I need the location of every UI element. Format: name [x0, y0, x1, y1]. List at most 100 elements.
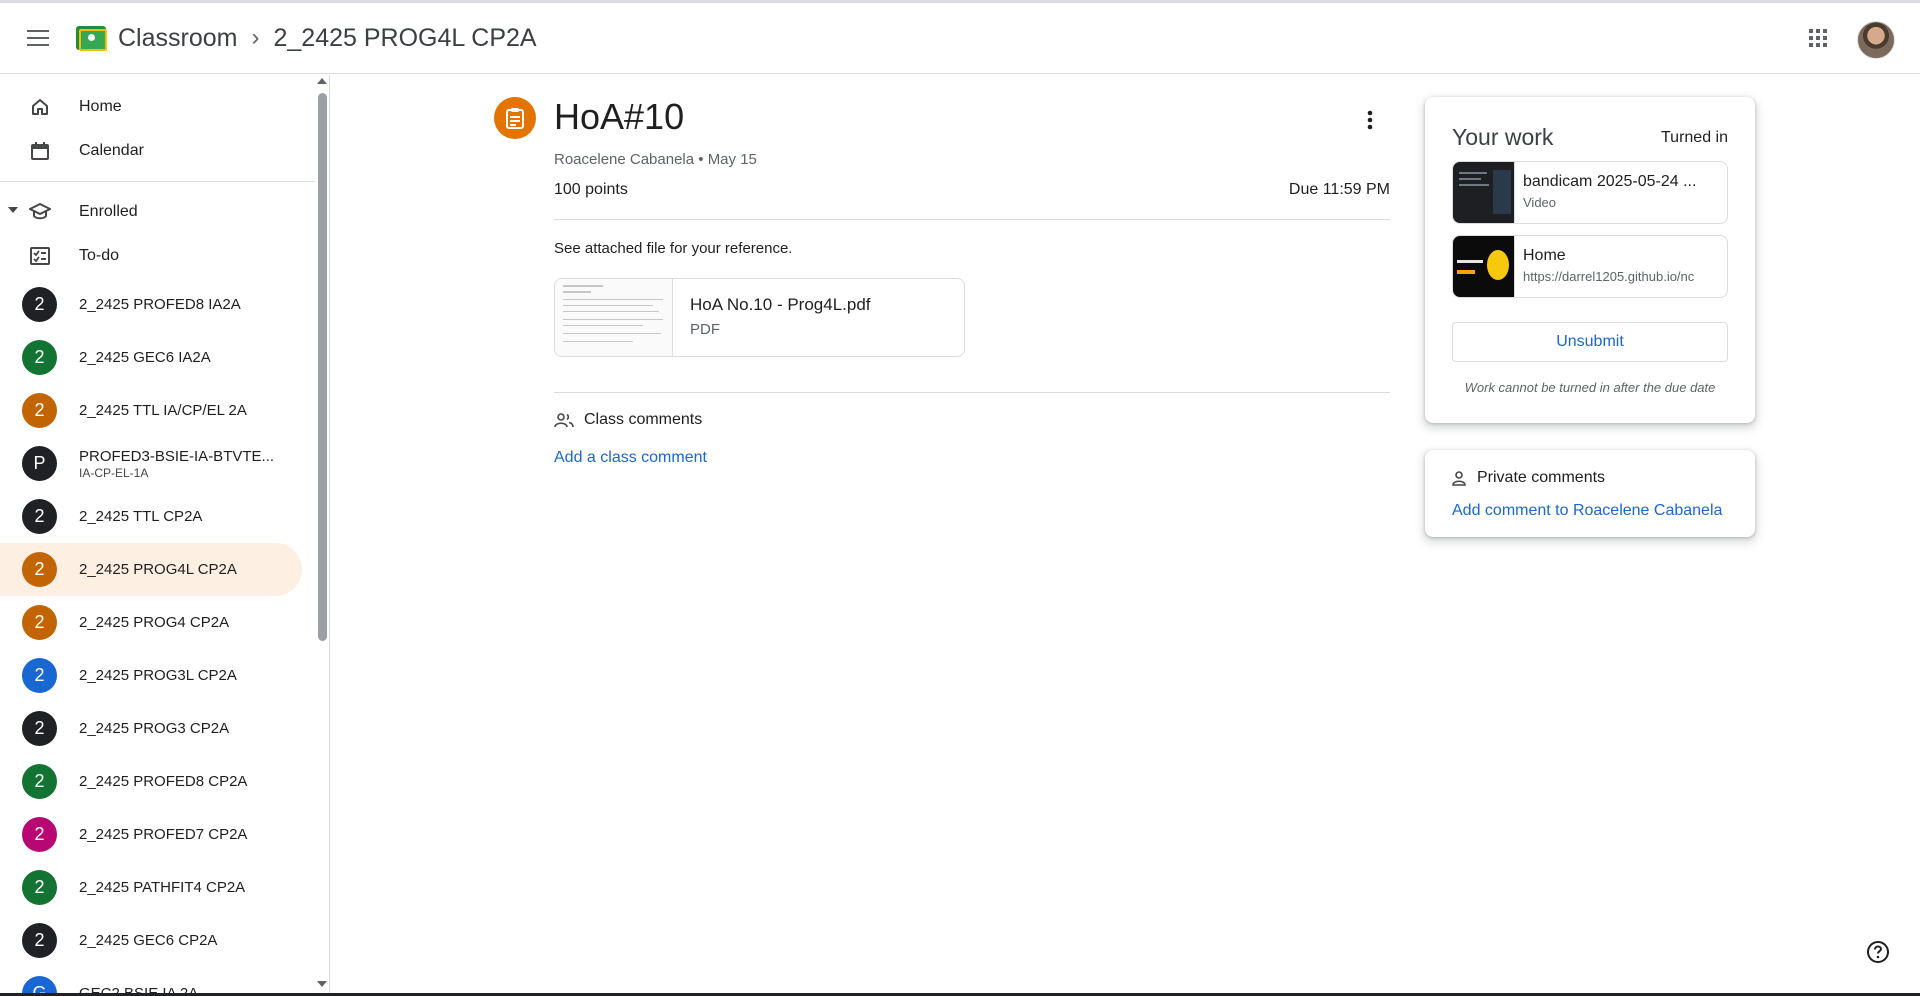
- help-button[interactable]: [1864, 938, 1892, 966]
- navigation-sidebar: Home Calendar Enrolled To-do 2 2_2425 PRO…: [0, 75, 330, 996]
- enrolled-class-list: 2 2_2425 PROFED8 IA2A 2 2_2425 GEC6 IA2A 2 2_…: [0, 278, 329, 996]
- class-avatar: 2: [22, 340, 57, 375]
- class-comments-label: Class comments: [584, 411, 703, 428]
- header-divider: [554, 219, 1390, 220]
- app-title[interactable]: Classroom: [118, 24, 237, 53]
- class-name: 2_2425 GEC6 IA2A: [79, 348, 211, 366]
- sidebar-class-item[interactable]: 2 2_2425 PROG3L CP2A: [0, 649, 329, 702]
- calendar-icon: [28, 139, 52, 163]
- private-comments-header: Private comments: [1452, 469, 1605, 487]
- sidebar-item-label: Calendar: [79, 142, 144, 159]
- account-avatar[interactable]: [1857, 21, 1895, 59]
- sidebar-class-item[interactable]: 2 2_2425 PROG4 CP2A: [0, 596, 329, 649]
- submitted-video-item[interactable]: bandicam 2025-05-24 ... Video: [1452, 161, 1728, 224]
- breadcrumb-chevron-icon: ›: [251, 24, 260, 51]
- attachment-thumbnail: [555, 279, 673, 356]
- expand-caret-icon[interactable]: [8, 207, 18, 213]
- class-name: 2_2425 GEC6 CP2A: [79, 931, 218, 949]
- classroom-logo-icon[interactable]: [76, 26, 107, 51]
- class-text: 2_2425 PROG4 CP2A: [79, 614, 229, 632]
- assignment-author-date: Roacelene Cabanela • May 15: [554, 151, 757, 168]
- class-text: 2_2425 PROFED7 CP2A: [79, 826, 247, 844]
- link-thumbnail: [1453, 236, 1515, 297]
- class-text: 2_2425 PATHFIT4 CP2A: [79, 879, 245, 897]
- attachment-card[interactable]: HoA No.10 - Prog4L.pdf PDF: [554, 278, 965, 357]
- attachment-file-type: PDF: [690, 321, 720, 338]
- class-avatar: 2: [22, 552, 57, 587]
- class-name: 2_2425 PROFED8 CP2A: [79, 772, 248, 790]
- more-options-button[interactable]: [1352, 102, 1388, 138]
- sidebar-class-item[interactable]: 2 2_2425 GEC6 CP2A: [0, 914, 329, 967]
- help-icon: [1867, 941, 1889, 963]
- private-comments-label: Private comments: [1477, 469, 1606, 486]
- sidebar-item-calendar[interactable]: Calendar: [0, 129, 329, 173]
- top-app-bar: Classroom › 2_2425 PROG4L CP2A: [0, 0, 1920, 74]
- add-private-comment-link[interactable]: Add comment to Roacelene Cabanela: [1452, 502, 1722, 520]
- comments-divider: [554, 392, 1390, 393]
- sidebar-class-item[interactable]: 2 2_2425 PROG4L CP2A: [0, 543, 302, 596]
- unsubmit-button[interactable]: Unsubmit: [1452, 322, 1728, 362]
- sidebar-class-item[interactable]: 2 2_2425 PROFED8 IA2A: [0, 278, 329, 331]
- class-comments-header: Class comments: [554, 411, 702, 429]
- class-name: PROFED3-BSIE-IA-BTVTE...: [79, 447, 275, 465]
- class-avatar: 2: [22, 817, 57, 852]
- home-icon: [28, 95, 52, 119]
- class-avatar: 2: [22, 711, 57, 746]
- sidebar-item-home[interactable]: Home: [0, 85, 329, 129]
- submission-status: Turned in: [1661, 129, 1728, 146]
- apps-grid-icon: [1809, 29, 1827, 47]
- sidebar-class-item[interactable]: G GEC2 BSIE IA 2A: [0, 967, 329, 996]
- main-menu-button[interactable]: [14, 14, 62, 62]
- graduation-cap-icon: [28, 200, 52, 224]
- sidebar-class-item[interactable]: 2 2_2425 PROFED7 CP2A: [0, 808, 329, 861]
- person-icon: [1452, 470, 1466, 486]
- sidebar-class-item[interactable]: 2 2_2425 TTL CP2A: [0, 490, 329, 543]
- sidebar-class-item[interactable]: P PROFED3-BSIE-IA-BTVTE... IA-CP-EL-1A: [0, 437, 329, 490]
- sidebar-class-item[interactable]: 2 2_2425 TTL IA/CP/EL 2A: [0, 384, 329, 437]
- class-name: 2_2425 PATHFIT4 CP2A: [79, 878, 246, 896]
- hamburger-menu-icon: [27, 30, 49, 46]
- class-avatar: P: [22, 446, 57, 481]
- class-name: 2_2425 PROG3 CP2A: [79, 719, 230, 737]
- submitted-item-url: https://darrel1205.github.io/nc: [1523, 269, 1695, 284]
- submitted-item-type: Video: [1523, 195, 1557, 210]
- private-comments-card: Private comments Add comment to Roacelen…: [1425, 450, 1755, 537]
- sidebar-item-todo[interactable]: To-do: [0, 234, 329, 278]
- submitted-item-name: bandicam 2025-05-24 ...: [1523, 173, 1697, 190]
- your-work-title: Your work: [1452, 124, 1554, 150]
- assignment-due-date: Due 11:59 PM: [1288, 181, 1390, 198]
- class-text: 2_2425 PROFED8 CP2A: [79, 773, 247, 791]
- sidebar-scrollbar-thumb[interactable]: [318, 93, 327, 641]
- class-name: 2_2425 PROG3L CP2A: [79, 666, 237, 684]
- class-avatar: 2: [22, 658, 57, 693]
- sidebar-class-item[interactable]: 2 2_2425 PATHFIT4 CP2A: [0, 861, 329, 914]
- attachment-file-name: HoA No.10 - Prog4L.pdf: [690, 295, 871, 314]
- class-avatar: 2: [22, 923, 57, 958]
- class-name: 2_2425 PROFED8 IA2A: [79, 295, 241, 313]
- sidebar-class-item[interactable]: 2 2_2425 PROG3 CP2A: [0, 702, 329, 755]
- class-avatar: 2: [22, 764, 57, 799]
- submitted-item-name: Home: [1523, 247, 1566, 264]
- scroll-up-arrow-icon[interactable]: [317, 78, 327, 84]
- class-name: 2_2425 PROG4 CP2A: [79, 613, 230, 631]
- class-text: 2_2425 PROG3 CP2A: [79, 720, 229, 738]
- sidebar-item-enrolled[interactable]: Enrolled: [0, 190, 329, 234]
- people-icon: [554, 412, 574, 428]
- add-class-comment-link[interactable]: Add a class comment: [554, 449, 707, 467]
- class-name: 2_2425 TTL CP2A: [79, 507, 203, 525]
- scroll-down-arrow-icon[interactable]: [317, 981, 327, 987]
- class-avatar: 2: [22, 605, 57, 640]
- google-apps-button[interactable]: [1796, 16, 1840, 60]
- class-section: IA-CP-EL-1A: [79, 465, 149, 480]
- submitted-link-item[interactable]: Home https://darrel1205.github.io/nc: [1452, 235, 1728, 298]
- sidebar-class-item[interactable]: 2 2_2425 PROFED8 CP2A: [0, 755, 329, 808]
- breadcrumb-class-name[interactable]: 2_2425 PROG4L CP2A: [273, 24, 536, 53]
- class-avatar: 2: [22, 287, 57, 322]
- class-text: 2_2425 PROG4L CP2A: [79, 561, 237, 579]
- class-name: 2_2425 PROFED7 CP2A: [79, 825, 248, 843]
- assignment-icon: [494, 97, 536, 139]
- sidebar-item-label: Home: [79, 98, 122, 115]
- assignment-instructions: See attached file for your reference.: [554, 240, 793, 257]
- sidebar-class-item[interactable]: 2 2_2425 GEC6 IA2A: [0, 331, 329, 384]
- sidebar-divider: [0, 181, 315, 182]
